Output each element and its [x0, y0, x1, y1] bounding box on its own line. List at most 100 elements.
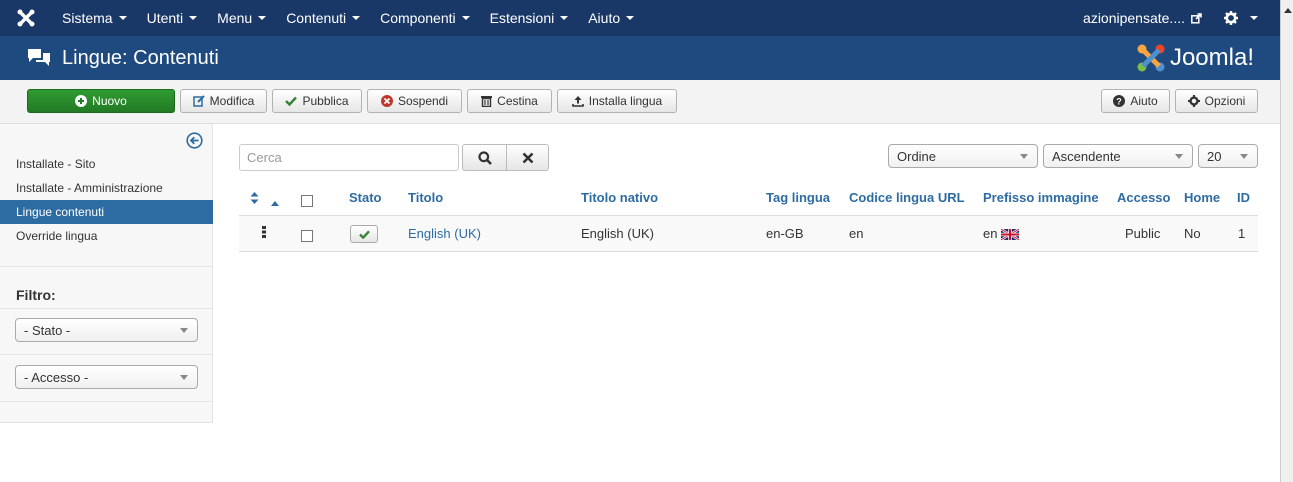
- trash-button[interactable]: Cestina: [467, 89, 552, 113]
- comments-icon: [27, 48, 51, 68]
- published-toggle[interactable]: [350, 225, 378, 243]
- upload-icon: [571, 95, 584, 107]
- column-header-lang-tag[interactable]: Tag lingua: [766, 190, 830, 205]
- edit-button[interactable]: Modifica: [180, 89, 267, 113]
- row-home: No: [1184, 226, 1201, 241]
- row-title-link[interactable]: English (UK): [408, 226, 481, 241]
- menu-menu[interactable]: Menu: [207, 0, 276, 36]
- access-filter-select[interactable]: - Accesso -: [15, 365, 198, 389]
- sidebar: Installate - Sito Installate - Amministr…: [0, 124, 213, 423]
- caret-down-icon: [189, 16, 198, 20]
- help-button[interactable]: ? Aiuto: [1101, 89, 1170, 113]
- list-limit-select[interactable]: 20: [1198, 144, 1258, 168]
- direction-select[interactable]: Ascendente: [1043, 144, 1193, 168]
- select-all-checkbox[interactable]: [301, 195, 313, 207]
- row-native-title: English (UK): [581, 226, 654, 241]
- joomla-logo: Joomla!: [1136, 43, 1254, 73]
- question-circle-icon: ?: [1113, 95, 1126, 107]
- dropdown-arrow-icon: [1175, 154, 1183, 159]
- row-access: Public: [1125, 226, 1161, 241]
- caret-down-icon: [352, 16, 361, 20]
- main-menu: Sistema Utenti Menu Contenuti Componenti…: [52, 0, 644, 36]
- unpublish-icon: [380, 95, 393, 107]
- cog-icon: [1187, 95, 1200, 107]
- column-header-title[interactable]: Titolo: [408, 190, 443, 205]
- collapse-sidebar-icon[interactable]: [186, 132, 203, 152]
- joomla-x-icon[interactable]: [0, 0, 52, 36]
- navbar-right: azionipensate....: [1073, 0, 1280, 36]
- sidebar-divider: [0, 308, 213, 309]
- check-icon: [285, 96, 298, 106]
- sidebar-item-installed-admin[interactable]: Installate - Amministrazione: [0, 176, 213, 200]
- svg-text:?: ?: [1117, 97, 1123, 107]
- menu-contenuti[interactable]: Contenuti: [276, 0, 370, 36]
- ordering-sort-icon[interactable]: [250, 192, 259, 207]
- column-header-native-title[interactable]: Titolo nativo: [581, 190, 658, 205]
- brand-text: Joomla!: [1169, 44, 1254, 71]
- search-icon: [477, 150, 492, 165]
- sidebar-item-installed-site[interactable]: Installate - Sito: [0, 152, 213, 176]
- site-name: azionipensate....: [1083, 10, 1185, 26]
- menu-componenti[interactable]: Componenti: [370, 0, 480, 36]
- gear-icon: [1224, 11, 1238, 25]
- edit-icon: [192, 95, 205, 107]
- row-lang-tag: en-GB: [766, 226, 804, 241]
- dropdown-arrow-icon: [180, 328, 188, 333]
- check-icon: [358, 230, 370, 239]
- window-scrollbar[interactable]: [1280, 0, 1293, 482]
- sidebar-divider: [0, 354, 213, 355]
- dropdown-arrow-icon: [1020, 154, 1028, 159]
- sidebar-item-language-overrides[interactable]: Override lingua: [0, 224, 213, 248]
- publish-button[interactable]: Pubblica: [272, 89, 362, 113]
- toolbar: Nuovo Modifica Pubblica Sospendi Cestina…: [0, 80, 1280, 124]
- search-input[interactable]: [239, 144, 459, 171]
- row-url-code: en: [849, 226, 864, 241]
- column-header-home[interactable]: Home: [1184, 190, 1220, 205]
- caret-down-icon: [118, 16, 127, 20]
- search-button[interactable]: [462, 144, 507, 171]
- options-button[interactable]: Opzioni: [1175, 89, 1258, 113]
- menu-sistema[interactable]: Sistema: [52, 0, 137, 36]
- top-navbar: Sistema Utenti Menu Contenuti Componenti…: [0, 0, 1280, 36]
- close-icon: [522, 152, 534, 164]
- page-header: Lingue: Contenuti Joomla!: [0, 36, 1280, 80]
- uk-flag-icon: [1000, 228, 1020, 243]
- caret-down-icon: [626, 16, 635, 20]
- site-link[interactable]: azionipensate....: [1073, 0, 1212, 36]
- caret-down-icon: [258, 16, 267, 20]
- drag-handle-icon[interactable]: [262, 226, 266, 241]
- table-row: [239, 216, 1258, 251]
- column-header-status[interactable]: Stato: [349, 190, 382, 205]
- install-language-button[interactable]: Installa lingua: [557, 89, 677, 113]
- scroll-up-arrow-icon[interactable]: [1284, 8, 1292, 13]
- table-row-divider: [239, 251, 1258, 252]
- row-id: 1: [1238, 226, 1246, 241]
- column-header-id[interactable]: ID: [1237, 190, 1250, 205]
- row-image-prefix: en: [983, 226, 998, 241]
- column-header-image-prefix[interactable]: Prefisso immagine: [983, 190, 1099, 205]
- caret-down-icon: [461, 16, 470, 20]
- order-by-select[interactable]: Ordine: [888, 144, 1038, 168]
- state-filter-select[interactable]: - Stato -: [15, 318, 198, 342]
- clear-search-button[interactable]: [506, 144, 549, 171]
- user-settings-menu[interactable]: [1212, 0, 1280, 36]
- column-header-access[interactable]: Accesso: [1117, 190, 1170, 205]
- dropdown-arrow-icon: [1240, 154, 1248, 159]
- filter-label: Filtro:: [16, 287, 56, 303]
- unpublish-button[interactable]: Sospendi: [367, 89, 462, 113]
- caret-down-icon: [560, 16, 569, 20]
- dropdown-arrow-icon: [180, 375, 188, 380]
- external-link-icon: [1191, 12, 1202, 24]
- sidebar-item-content-languages[interactable]: Lingue contenuti: [0, 200, 213, 224]
- column-header-url-code[interactable]: Codice lingua URL: [849, 190, 965, 205]
- menu-utenti[interactable]: Utenti: [137, 0, 208, 36]
- caret-down-icon: [1250, 16, 1258, 20]
- new-button[interactable]: Nuovo: [27, 89, 175, 113]
- menu-aiuto[interactable]: Aiuto: [578, 0, 644, 36]
- page-title: Lingue: Contenuti: [62, 46, 219, 69]
- menu-estensioni[interactable]: Estensioni: [480, 0, 579, 36]
- sort-ascending-icon[interactable]: [271, 194, 279, 209]
- row-checkbox[interactable]: [301, 230, 313, 242]
- trash-icon: [481, 95, 493, 107]
- sidebar-divider: [0, 401, 213, 402]
